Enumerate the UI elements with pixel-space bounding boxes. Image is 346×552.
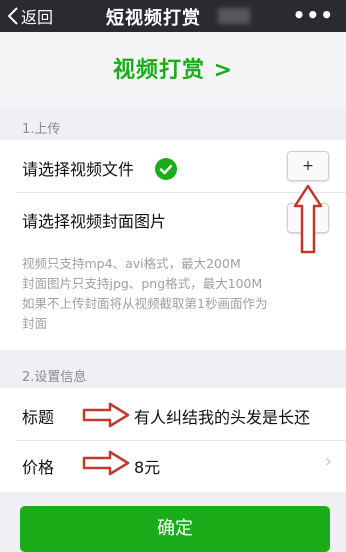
chevron-right-icon[interactable]: ›: [325, 451, 332, 472]
annotation-right-arrow-icon: [82, 402, 130, 428]
nav-bar: 返回 短视频打赏 •••: [0, 0, 346, 32]
title-label: 标题: [22, 408, 55, 427]
select-video-label: 请选择视频文件: [22, 160, 135, 179]
upload-hints: 视频只支持mp4、avi格式，最大200M 封面图片只支持jpg、png格式，最…: [22, 254, 267, 334]
page-title[interactable]: 视频打赏 >: [0, 52, 346, 84]
price-value[interactable]: 8元: [134, 454, 160, 478]
nav-title: 短视频打赏: [106, 8, 201, 29]
confirm-button[interactable]: 确定: [20, 506, 330, 552]
upload-section-label: 1.上传: [22, 122, 61, 137]
settings-section-label: 2.设置信息: [22, 370, 87, 385]
back-label: 返回: [21, 8, 54, 27]
hint-line: 视频只支持mp4、avi格式，最大200M: [22, 256, 241, 271]
back-chevron-icon: [8, 7, 18, 25]
annotation-up-arrow-icon: [293, 184, 323, 254]
hint-line: 如果不上传封面将从视频截取第1秒画面作为: [22, 296, 268, 311]
price-label: 价格: [22, 458, 55, 477]
back-button[interactable]: 返回: [8, 4, 53, 28]
add-video-button[interactable]: +: [287, 151, 329, 181]
settings-card: 标题 有人纠结我的头发是长还 价格 8元 ›: [0, 388, 346, 492]
select-cover-label: 请选择视频封面图片: [22, 212, 167, 231]
annotation-right-arrow-icon: [82, 450, 130, 476]
blurred-area: [218, 8, 250, 24]
check-icon: [155, 158, 177, 180]
row-divider: [16, 440, 346, 441]
title-input[interactable]: 有人纠结我的头发是长还: [134, 404, 310, 428]
page-header: 视频打赏 >: [0, 32, 346, 107]
more-menu-button[interactable]: •••: [293, 3, 334, 27]
hint-line: 封面: [22, 316, 48, 331]
hint-line: 封面图片只支持jpg、png格式，最大100M: [22, 276, 263, 291]
